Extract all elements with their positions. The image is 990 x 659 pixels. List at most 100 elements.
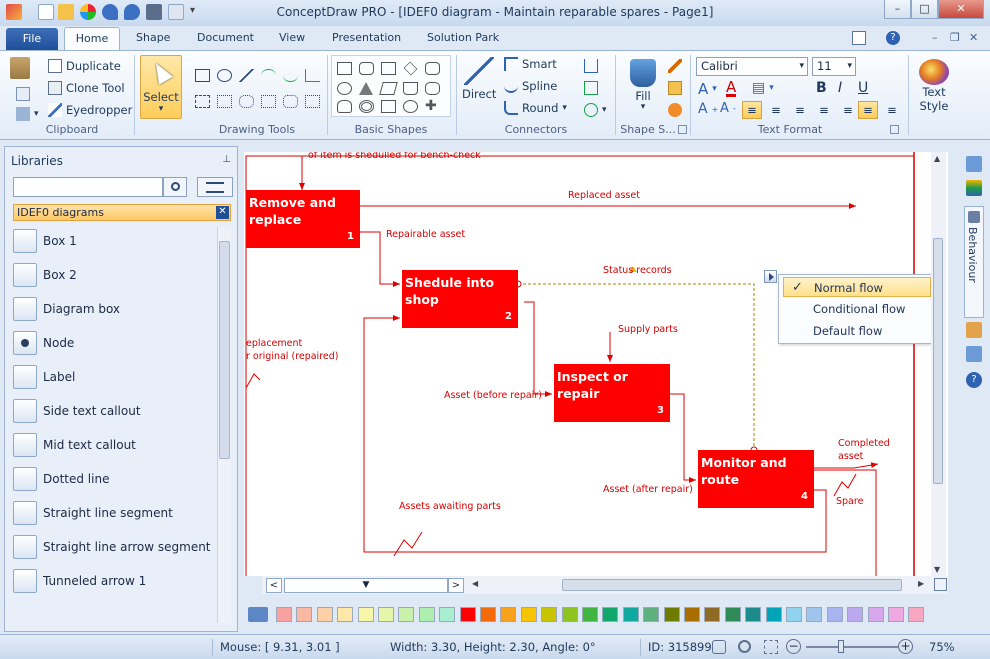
scroll-up-icon[interactable]: ▲	[934, 154, 940, 163]
spline-tool-icon[interactable]	[283, 95, 298, 108]
label-spare[interactable]: Spare	[836, 496, 863, 507]
tab-file[interactable]: File	[6, 28, 58, 50]
close-library-icon[interactable]: ✕	[216, 206, 229, 219]
zoom-slider[interactable]	[806, 640, 898, 653]
library-search-input[interactable]	[13, 177, 163, 197]
palette-swatch[interactable]	[316, 607, 333, 622]
palette-swatch[interactable]	[663, 607, 680, 622]
cut-button[interactable]	[16, 87, 30, 101]
tab-presentation[interactable]: Presentation	[332, 31, 401, 44]
info-panel-icon[interactable]	[966, 346, 982, 362]
text-style-button[interactable]: Text Style	[914, 59, 954, 113]
rectangle-tool-icon[interactable]	[195, 69, 210, 82]
minimize-button[interactable]: –	[884, 0, 911, 19]
text-background-button[interactable]: ▤ ▾	[752, 80, 774, 96]
palette-swatch[interactable]	[643, 607, 660, 622]
text-tool-icon[interactable]	[195, 95, 210, 108]
help-icon[interactable]: ?	[886, 31, 900, 45]
library-view-options-icon[interactable]	[197, 177, 233, 197]
palette-swatch[interactable]	[561, 607, 578, 622]
library-item-box-2[interactable]: Box 2	[13, 260, 213, 290]
palette-swatch[interactable]	[520, 607, 537, 622]
palette-swatch[interactable]	[459, 607, 476, 622]
library-scrollbar[interactable]	[217, 227, 231, 623]
page-select[interactable]: ▼	[284, 578, 448, 593]
window-layout-icon[interactable]	[852, 31, 866, 45]
palette-swatch[interactable]	[806, 607, 823, 622]
palette-swatch[interactable]	[724, 607, 741, 622]
palette-swatch[interactable]	[847, 607, 864, 622]
label-supply-parts[interactable]: Supply parts	[618, 324, 678, 335]
library-scrollbar-thumb[interactable]	[219, 241, 230, 459]
palette-swatch[interactable]	[765, 607, 782, 622]
restore-icon[interactable]: ❐	[950, 31, 964, 45]
pin-icon[interactable]: ⊥	[222, 154, 231, 165]
library-item-box-1[interactable]: Box 1	[13, 226, 213, 256]
eyedropper-button[interactable]: Eyedropper	[48, 103, 132, 117]
highlight-button[interactable]: A	[726, 80, 737, 97]
palette-swatch[interactable]	[888, 607, 904, 622]
label-replaced-asset[interactable]: Replaced asset	[568, 190, 640, 201]
scroll-left-icon[interactable]: ◀	[472, 579, 478, 588]
horizontal-scroll-thumb[interactable]	[562, 579, 902, 591]
ellipse-tool-icon[interactable]	[217, 69, 232, 82]
library-item-diagram-box[interactable]: Diagram box	[13, 294, 213, 324]
palette-swatch[interactable]	[704, 607, 721, 622]
polyline-tool-icon[interactable]	[305, 69, 320, 82]
fill-button[interactable]: Fill ▾	[630, 59, 656, 112]
fit-zoom-icon[interactable]	[764, 640, 778, 654]
page-prev-button[interactable]: <	[266, 578, 282, 593]
palette-swatch[interactable]	[378, 607, 394, 622]
basic-shapes-gallery[interactable]: ✚	[331, 55, 451, 117]
justify-button[interactable]: ≡	[814, 101, 834, 119]
label-top-cut[interactable]: of item is shedulled for bench-check	[308, 152, 481, 161]
block-inspect-or-repair[interactable]: Inspect or repair 3	[554, 364, 670, 422]
round-connector-button[interactable]: Round ▾	[504, 101, 567, 115]
zoom-out-icon[interactable]: −	[786, 639, 801, 654]
octagon-shape-icon[interactable]	[425, 82, 440, 95]
duplicate-button[interactable]: Duplicate	[48, 59, 121, 73]
select-button[interactable]: Select ▾	[140, 55, 182, 119]
tab-home[interactable]: Home	[64, 27, 120, 51]
shadow-button[interactable]	[668, 81, 682, 95]
pentagon-shape-icon[interactable]	[403, 82, 418, 95]
direct-connector-button[interactable]: Direct	[462, 57, 496, 101]
palette-swatch[interactable]	[867, 607, 884, 622]
label-replacement[interactable]: eplacement r original (repaired)	[246, 337, 338, 363]
parallelogram-shape-icon[interactable]	[379, 82, 398, 95]
library-item-straight-line-arrow-segment[interactable]: Straight line arrow segment	[13, 532, 213, 562]
library-item-dotted-line[interactable]: Dotted line	[13, 464, 213, 494]
clone-tool-button[interactable]: Clone Tool	[48, 81, 125, 95]
cube-shape-icon[interactable]	[381, 100, 396, 113]
circle-shape-icon[interactable]	[337, 82, 352, 95]
smart-connector-button[interactable]: Smart	[504, 57, 557, 71]
paint-panel-icon[interactable]	[966, 322, 982, 338]
text-format-launcher-icon[interactable]	[890, 125, 899, 134]
menu-item-default-flow[interactable]: Default flow	[783, 321, 931, 341]
ring-shape-icon[interactable]	[359, 100, 374, 113]
align-left-button[interactable]: ≡	[742, 101, 762, 119]
page-next-button[interactable]: >	[448, 578, 464, 593]
scroll-down-icon[interactable]: ▼	[934, 565, 940, 574]
palette-swatch[interactable]	[582, 607, 598, 622]
block-monitor-and-route[interactable]: Monitor and route 4	[698, 450, 814, 508]
close-button[interactable]: ✕	[938, 0, 984, 19]
hexagon-shape-icon[interactable]	[425, 62, 440, 75]
spline-connector-button[interactable]: Spline	[504, 79, 557, 93]
style-button[interactable]	[668, 103, 682, 117]
line-tool-icon[interactable]	[239, 69, 254, 82]
bezier-tool-icon[interactable]	[239, 95, 254, 108]
arc-tool-icon[interactable]	[261, 69, 276, 82]
square-shape-icon[interactable]	[381, 62, 396, 75]
tree-connector-button[interactable]	[584, 59, 598, 73]
menu-item-conditional-flow[interactable]: Conditional flow	[783, 299, 931, 319]
valign-middle-button[interactable]: ≡	[858, 101, 878, 119]
flow-type-menu-button[interactable]	[764, 270, 777, 283]
palette-swatch[interactable]	[398, 607, 415, 622]
diamond-shape-icon[interactable]	[403, 61, 418, 76]
palette-swatch[interactable]	[337, 607, 354, 622]
palette-swatch[interactable]	[418, 607, 435, 622]
palette-swatch[interactable]	[276, 607, 292, 622]
freehand-tool-icon[interactable]	[217, 95, 232, 108]
rectangle-shape-icon[interactable]	[337, 62, 352, 75]
